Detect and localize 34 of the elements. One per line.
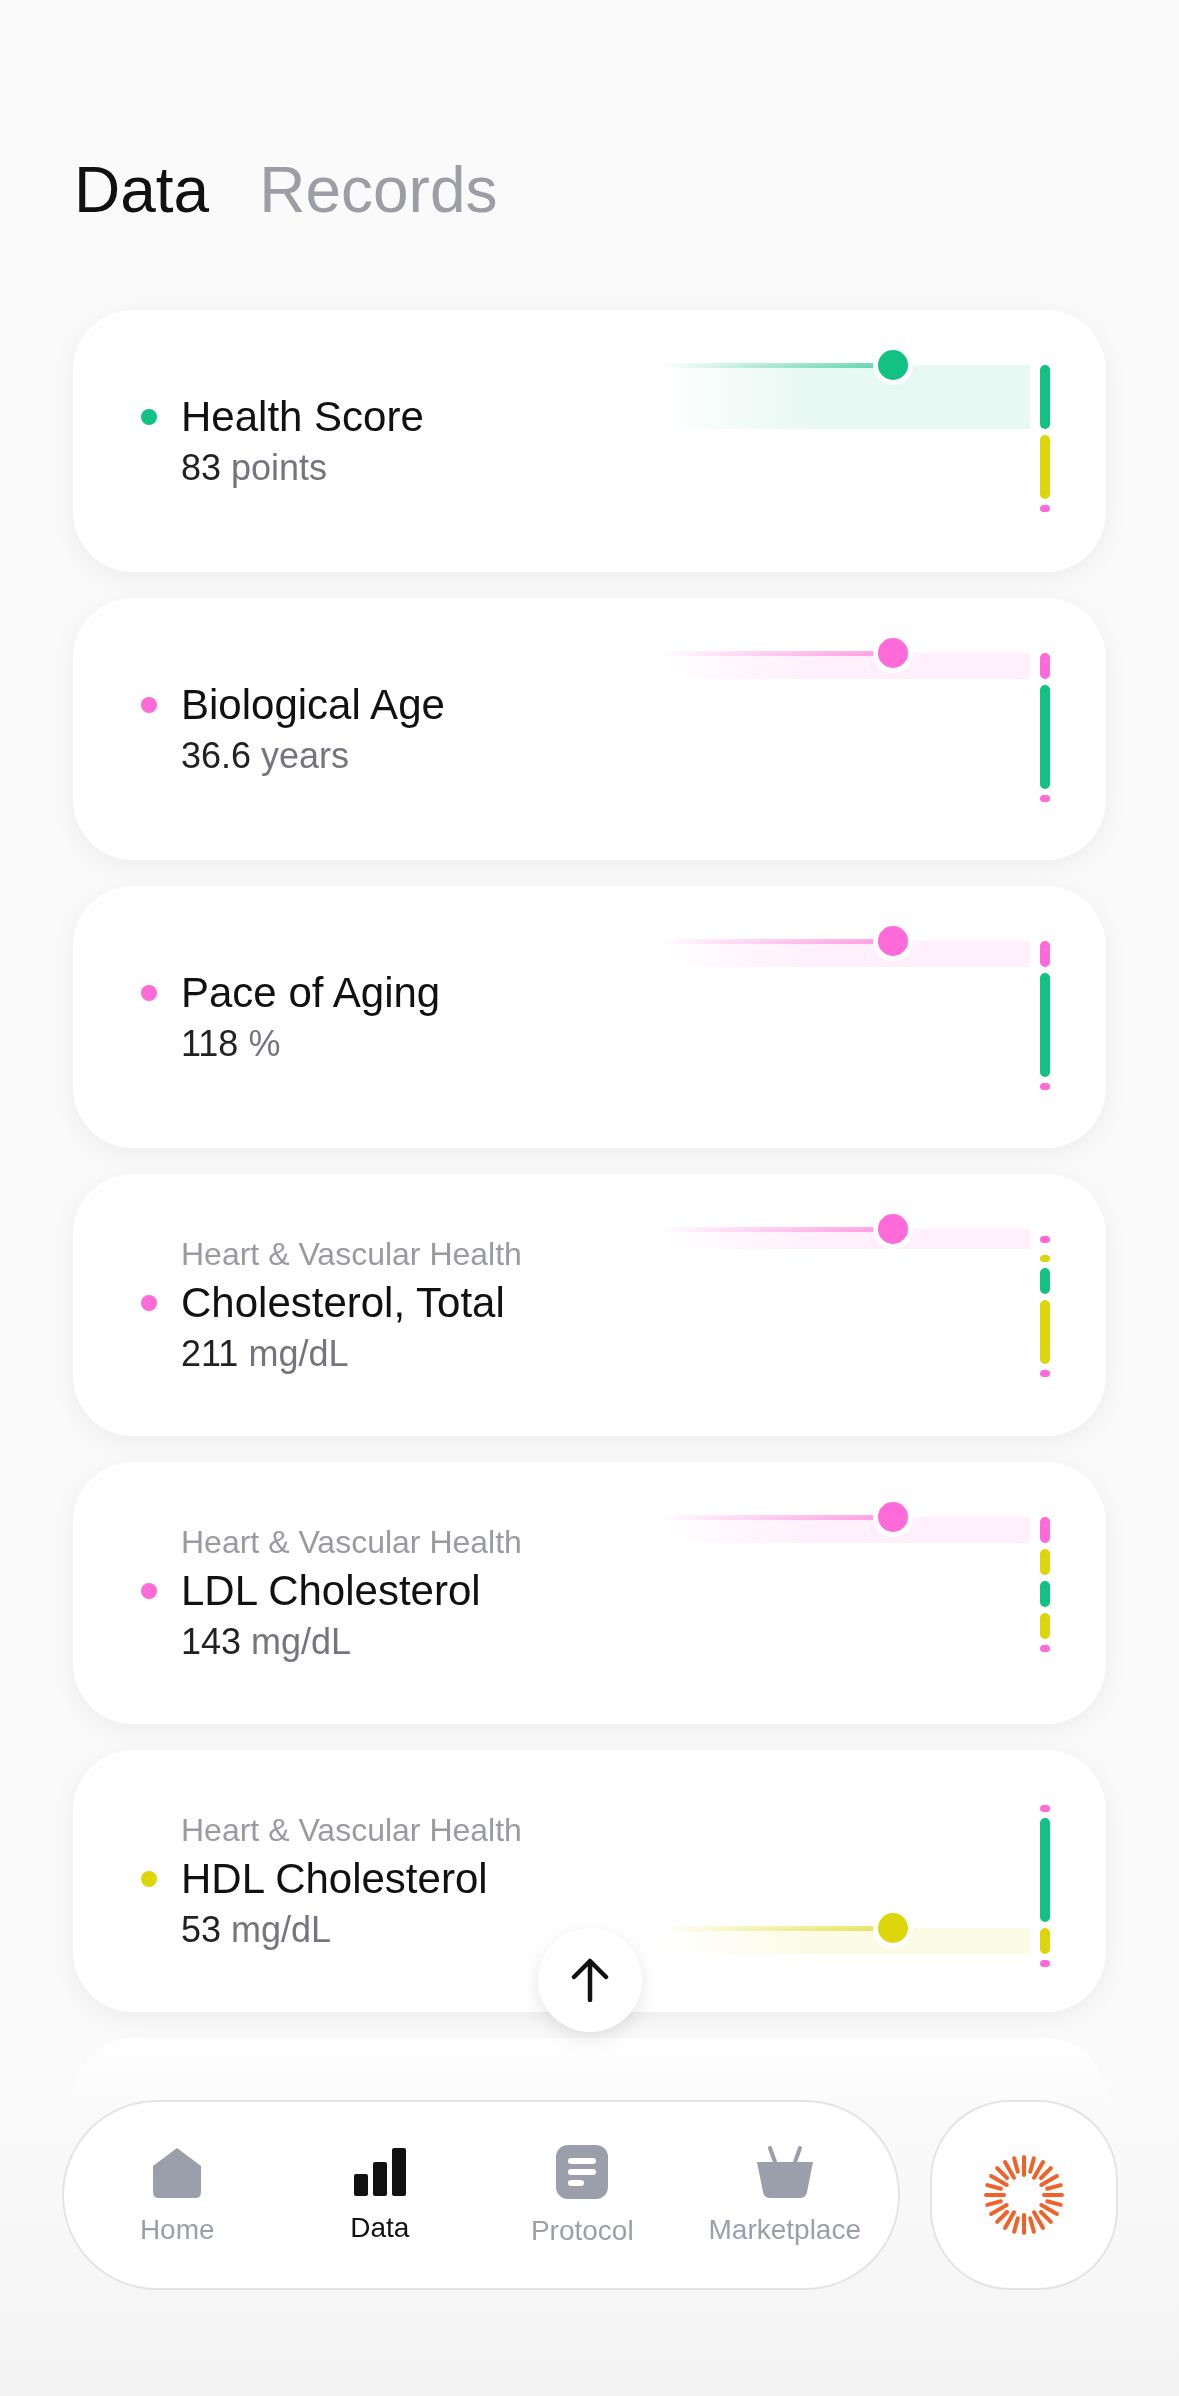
metric-value: 143 bbox=[181, 1620, 242, 1663]
metric-card[interactable]: Heart & Vascular Health Cholesterol, Total 211 mg/dL bbox=[73, 1174, 1106, 1436]
metric-value: 118 bbox=[181, 1023, 239, 1065]
metric-card[interactable]: Heart & Vascular Health LDL Cholesterol 143 mg/dL bbox=[73, 1462, 1106, 1724]
document-icon bbox=[554, 2143, 611, 2201]
category-label: Heart & Vascular Health bbox=[181, 1811, 522, 1849]
basket-icon bbox=[754, 2144, 815, 2200]
unit-label: years bbox=[261, 735, 350, 777]
unit-label: mg/dL bbox=[231, 1908, 332, 1951]
metric-name: Health Score bbox=[181, 393, 424, 441]
nav-item[interactable]: Data bbox=[284, 2146, 475, 2244]
category-label: Heart & Vascular Health bbox=[181, 1523, 522, 1561]
unit-label: points bbox=[231, 447, 328, 489]
unit-label: mg/dL bbox=[251, 1620, 352, 1663]
unit-label: % bbox=[248, 1023, 281, 1065]
metric-name: Biological Age bbox=[181, 681, 445, 729]
metric-card[interactable]: Health Score 83 points bbox=[73, 310, 1106, 572]
sunburst-icon bbox=[984, 2155, 1064, 2235]
metric-value: 211 bbox=[181, 1332, 239, 1375]
metric-value: 53 bbox=[181, 1908, 222, 1951]
metric-name: HDL Cholesterol bbox=[181, 1854, 488, 1903]
up-arrow-icon bbox=[570, 1958, 610, 2002]
metric-value: 36.6 bbox=[181, 735, 252, 777]
metric-card[interactable]: Heart & Vascular Health HDL Cholesterol 53 mg/dL bbox=[73, 1750, 1106, 2012]
unit-label: mg/dL bbox=[248, 1332, 349, 1375]
bar-chart-icon bbox=[351, 2146, 408, 2198]
category-label: Heart & Vascular Health bbox=[181, 1235, 522, 1273]
metric-name: LDL Cholesterol bbox=[181, 1566, 481, 1615]
metric-name: Pace of Aging bbox=[181, 969, 441, 1017]
metric-value: 83 bbox=[181, 447, 222, 489]
metric-name: Cholesterol, Total bbox=[181, 1278, 505, 1327]
metric-card[interactable]: Biological Age 36.6 years bbox=[73, 598, 1106, 860]
tab[interactable]: Data bbox=[74, 70, 210, 310]
metric-card[interactable]: Pace of Aging 118 % bbox=[73, 886, 1106, 1148]
